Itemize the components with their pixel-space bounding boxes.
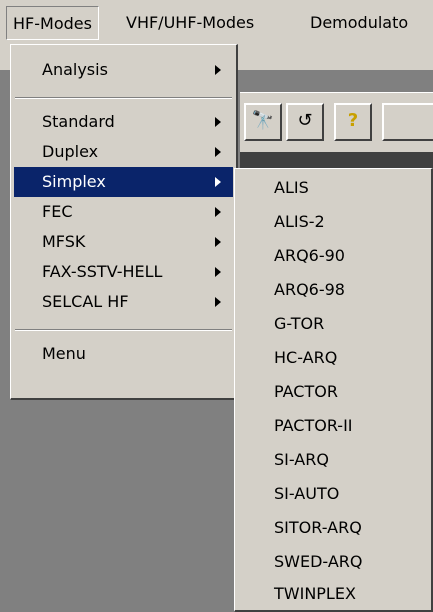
find-replace-icon: ↺ <box>297 110 313 131</box>
submenu-item-si-arq[interactable]: SI-ARQ <box>238 443 428 477</box>
help-icon: ? <box>347 110 359 131</box>
binoculars-button[interactable]: 🔭 <box>244 103 282 141</box>
menu-demodulator[interactable]: Demodulato <box>304 6 414 40</box>
submenu-arrow-icon <box>215 237 221 247</box>
submenu-arrow-icon <box>215 147 221 157</box>
submenu-arrow-icon <box>215 267 221 277</box>
toolbar: 🔭 ↺ ? <box>240 92 433 153</box>
menu-vhf-uhf-modes[interactable]: VHF/UHF-Modes <box>120 6 260 40</box>
menu-item-mfsk[interactable]: MFSK <box>14 227 233 257</box>
submenu-item-sitor-arq[interactable]: SITOR-ARQ <box>238 511 428 545</box>
submenu-item-label: HC-ARQ <box>274 348 338 367</box>
menu-item-menu[interactable]: Menu <box>14 339 233 369</box>
menu-item-mfsk-label: MFSK <box>42 232 86 251</box>
help-button[interactable]: ? <box>334 103 372 141</box>
menu-item-standard[interactable]: Standard <box>14 107 233 137</box>
find-replace-button[interactable]: ↺ <box>286 103 324 141</box>
submenu-item-label: PACTOR <box>274 382 338 401</box>
menu-hf-modes[interactable]: HF-Modes <box>6 6 99 40</box>
menu-item-menu-label: Menu <box>42 344 86 363</box>
binoculars-icon: 🔭 <box>251 110 275 131</box>
submenu-item-arq6-98[interactable]: ARQ6-98 <box>238 273 428 307</box>
menu-item-selcal-hf[interactable]: SELCAL HF <box>14 287 233 317</box>
menu-item-duplex-label: Duplex <box>42 142 99 161</box>
hf-modes-menu: Analysis Standard Duplex Simplex FEC MFS… <box>10 44 238 400</box>
submenu-item-label: TWINPLEX <box>274 584 356 603</box>
menu-item-fec-label: FEC <box>42 202 73 221</box>
submenu-item-alis[interactable]: ALIS <box>238 171 428 205</box>
submenu-arrow-icon <box>215 65 221 75</box>
menu-item-simplex[interactable]: Simplex <box>14 167 233 197</box>
submenu-item-si-auto[interactable]: SI-AUTO <box>238 477 428 511</box>
menu-vhf-uhf-modes-label: VHF/UHF-Modes <box>126 13 255 32</box>
submenu-item-label: ALIS <box>274 178 309 197</box>
submenu-item-label: ALIS-2 <box>274 212 325 231</box>
submenu-item-pactor-ii[interactable]: PACTOR-II <box>238 409 428 443</box>
submenu-item-label: SI-AUTO <box>274 484 340 503</box>
submenu-item-label: PACTOR-II <box>274 416 353 435</box>
submenu-item-label: ARQ6-98 <box>274 280 345 299</box>
menu-item-selcal-hf-label: SELCAL HF <box>42 292 129 311</box>
submenu-arrow-icon <box>215 207 221 217</box>
submenu-item-g-tor[interactable]: G-TOR <box>238 307 428 341</box>
menu-hf-modes-label: HF-Modes <box>13 14 92 33</box>
menu-item-simplex-label: Simplex <box>42 172 106 191</box>
submenu-item-label: SITOR-ARQ <box>274 518 362 537</box>
menu-item-fec[interactable]: FEC <box>14 197 233 227</box>
toolbar-button-partial[interactable] <box>382 103 433 141</box>
submenu-arrow-icon <box>215 117 221 127</box>
menu-item-analysis[interactable]: Analysis <box>14 55 233 85</box>
submenu-arrow-icon <box>215 297 221 307</box>
submenu-item-label: SI-ARQ <box>274 450 329 469</box>
submenu-item-hc-arq[interactable]: HC-ARQ <box>238 341 428 375</box>
submenu-item-alis-2[interactable]: ALIS-2 <box>238 205 428 239</box>
submenu-item-twinplex[interactable]: TWINPLEX <box>238 577 428 611</box>
simplex-submenu: ALIS ALIS-2 ARQ6-90 ARQ6-98 G-TOR HC-ARQ… <box>234 168 433 612</box>
submenu-item-arq6-90[interactable]: ARQ6-90 <box>238 239 428 273</box>
menu-item-fax-sstv-hell-label: FAX-SSTV-HELL <box>42 262 163 281</box>
submenu-item-pactor[interactable]: PACTOR <box>238 375 428 409</box>
menu-separator <box>15 329 232 331</box>
menu-separator <box>15 97 232 99</box>
submenu-item-label: SWED-ARQ <box>274 552 363 571</box>
submenu-item-label: G-TOR <box>274 314 325 333</box>
menu-item-duplex[interactable]: Duplex <box>14 137 233 167</box>
submenu-item-label: ARQ6-90 <box>274 246 345 265</box>
menu-item-analysis-label: Analysis <box>42 60 108 79</box>
menu-item-standard-label: Standard <box>42 112 115 131</box>
menu-item-fax-sstv-hell[interactable]: FAX-SSTV-HELL <box>14 257 233 287</box>
menu-bar: HF-Modes VHF/UHF-Modes Demodulato <box>0 0 433 45</box>
submenu-arrow-icon <box>215 177 221 187</box>
submenu-item-swed-arq[interactable]: SWED-ARQ <box>238 545 428 579</box>
menu-demodulator-label: Demodulato <box>310 13 409 32</box>
